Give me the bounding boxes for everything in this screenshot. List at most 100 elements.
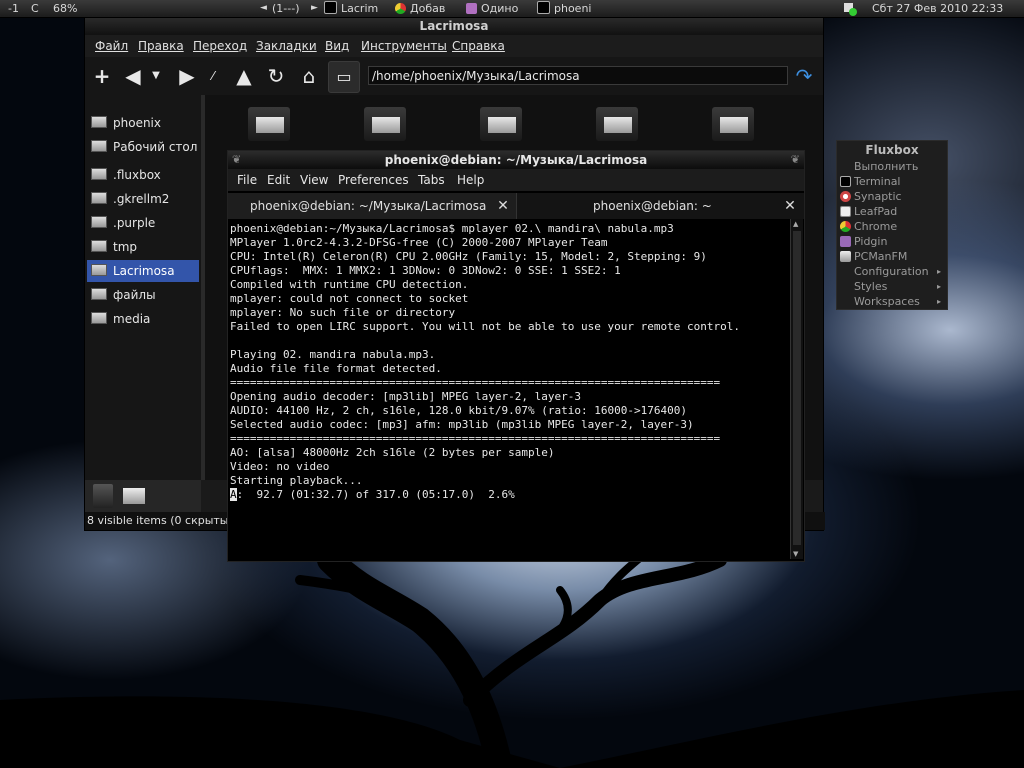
terminal-line: phoenix@debian:~/Музыка/Lacrimosa$ mplay… [230, 222, 674, 235]
toolbar: + ◀ ▼ ▶ ⁄ ▲ ↻ ⌂ ▭ /home/phoenix/Музыка/L… [85, 57, 823, 95]
menu-item-configuration[interactable]: Configuration ▸ [837, 264, 947, 279]
task-label: Одино [481, 2, 519, 15]
prev-workspace-icon[interactable]: ◄ [260, 0, 267, 17]
menu-file[interactable]: File [237, 169, 257, 191]
terminal-scrollbar[interactable]: ▲ ▼ [790, 219, 803, 559]
tab-label: phoenix@debian: ~ [593, 199, 712, 213]
menu-item-chrome[interactable]: Chrome [837, 219, 947, 234]
terminal-line: Failed to open LIRC support. You will no… [230, 320, 740, 333]
menu-title: Fluxbox [865, 143, 919, 157]
sidebar-item-media[interactable]: media [87, 308, 199, 330]
window-title[interactable]: Lacrimosa [85, 18, 823, 35]
sidebar-item-purple[interactable]: .purple [87, 212, 199, 234]
terminal-line: Audio file file format detected. [230, 362, 442, 375]
menu-help[interactable]: Справка [452, 39, 505, 53]
menu-view[interactable]: Вид [325, 39, 349, 53]
menu-item-run[interactable]: Выполнить [837, 159, 947, 174]
devices-tab-icon[interactable] [93, 484, 113, 508]
close-tab-icon[interactable]: ✕ [494, 193, 512, 219]
folder-item-icon[interactable] [248, 107, 290, 141]
back-icon[interactable]: ◀ [121, 65, 145, 87]
terminal-icon [840, 176, 851, 187]
task-label: Lacrim [341, 2, 379, 15]
terminal-window: ❦ phoenix@debian: ~/Музыка/Lacrimosa ❦ F… [227, 150, 805, 562]
new-tab-icon[interactable]: + [90, 65, 114, 87]
folder-item-icon[interactable] [712, 107, 754, 141]
sidebar-item-phoenix[interactable]: phoenix [87, 112, 199, 134]
menu-edit[interactable]: Правка [138, 39, 184, 53]
sidebar-item-desktop[interactable]: Рабочий стол [87, 136, 199, 158]
menu-edit[interactable]: Edit [267, 169, 290, 191]
reload-icon[interactable]: ↻ [264, 65, 288, 87]
menu-item-styles[interactable]: Styles ▸ [837, 279, 947, 294]
close-tab-icon[interactable]: ✕ [781, 193, 799, 219]
tab-home[interactable]: phoenix@debian: ~ ✕ [517, 193, 804, 219]
folder-icon [91, 240, 107, 252]
window-title[interactable]: ❦ phoenix@debian: ~/Музыка/Lacrimosa ❦ [228, 151, 804, 169]
sidebar-item-fluxbox[interactable]: .fluxbox [87, 164, 199, 186]
tab-bar: phoenix@debian: ~/Музыка/Lacrimosa ✕ pho… [228, 193, 804, 219]
back-history-dropdown-icon[interactable]: ▼ [149, 65, 163, 87]
menu-tabs[interactable]: Tabs [418, 169, 445, 191]
pidgin-icon [840, 236, 851, 247]
menu-file[interactable]: Файл [95, 39, 128, 53]
scroll-down-icon[interactable]: ▼ [793, 550, 798, 558]
menu-view[interactable]: View [300, 169, 328, 191]
leafpad-icon [840, 206, 851, 217]
folder-item-icon[interactable] [596, 107, 638, 141]
sidebar-item-files[interactable]: файлы [87, 284, 199, 306]
folder-item-icon[interactable] [364, 107, 406, 141]
menu-item-workspaces[interactable]: Workspaces ▸ [837, 294, 947, 309]
window-decoration-icon: ❦ [790, 153, 800, 166]
workspace-number[interactable]: -1 [8, 0, 19, 17]
forward-history-dropdown-icon[interactable]: ⁄ [207, 65, 219, 87]
next-workspace-icon[interactable]: ► [311, 0, 318, 17]
network-tray-icon[interactable] [843, 2, 857, 16]
pidgin-icon [466, 3, 477, 14]
menu-go[interactable]: Переход [193, 39, 247, 53]
menu-bookmarks[interactable]: Закладки [256, 39, 317, 53]
sidebar-item-gkrellm2[interactable]: .gkrellm2 [87, 188, 199, 210]
folder-item-icon[interactable] [480, 107, 522, 141]
sidebar-item-label: tmp [113, 240, 138, 254]
sidebar-item-label: phoenix [113, 116, 161, 130]
playback-status-line: A: 92.7 (01:32.7) of 317.0 (05:17.0) 2.6… [230, 488, 515, 502]
go-icon[interactable]: ↷ [793, 65, 815, 87]
directory-tree-tab-icon[interactable] [123, 488, 145, 504]
terminal-output[interactable]: phoenix@debian:~/Музыка/Lacrimosa$ mplay… [228, 219, 790, 559]
menu-preferences[interactable]: Preferences [338, 169, 409, 191]
open-folder-icon[interactable]: ▭ [328, 61, 360, 93]
path-input[interactable]: /home/phoenix/Музыка/Lacrimosa [368, 66, 788, 85]
task-add[interactable]: Добав [395, 0, 445, 17]
task-label: Добав [410, 2, 446, 15]
task-phoenix[interactable]: phoeni [537, 0, 591, 17]
tab-lacrimosa[interactable]: phoenix@debian: ~/Музыка/Lacrimosa ✕ [228, 193, 517, 219]
menu-item-terminal[interactable]: Terminal [837, 174, 947, 189]
menu-tools[interactable]: Инструменты [361, 39, 447, 53]
sidebar-item-label: media [113, 312, 151, 326]
menu-help[interactable]: Help [457, 169, 484, 191]
menu-item-pcmanfm[interactable]: PCManFM [837, 249, 947, 264]
up-icon[interactable]: ▲ [232, 65, 256, 87]
home-folder-icon [91, 116, 107, 128]
sidebar-item-tmp[interactable]: tmp [87, 236, 199, 258]
menu-item-pidgin[interactable]: Pidgin [837, 234, 947, 249]
folder-icon [91, 312, 107, 324]
terminal-task-icon [324, 1, 337, 14]
menu-item-label: PCManFM [854, 250, 908, 263]
cpu-percent: 68% [53, 2, 78, 15]
pager-label[interactable]: (1---) [272, 0, 300, 17]
sidebar-item-label: .gkrellm2 [113, 192, 170, 206]
task-lacrimosa[interactable]: Lacrim [324, 0, 378, 17]
menu-item-synaptic[interactable]: Synaptic [837, 189, 947, 204]
forward-icon[interactable]: ▶ [175, 65, 199, 87]
task-alone[interactable]: Одино [466, 0, 518, 17]
clock[interactable]: Сбт 27 Фев 2010 22:33 [872, 0, 1003, 17]
scrollbar-thumb[interactable] [793, 231, 801, 545]
workspace-letter[interactable]: C [31, 0, 39, 17]
home-icon[interactable]: ⌂ [297, 65, 321, 87]
menu-item-leafpad[interactable]: LeafPad [837, 204, 947, 219]
folder-icon [91, 288, 107, 300]
sidebar-item-lacrimosa[interactable]: Lacrimosa [87, 260, 199, 282]
scroll-up-icon[interactable]: ▲ [793, 220, 798, 228]
